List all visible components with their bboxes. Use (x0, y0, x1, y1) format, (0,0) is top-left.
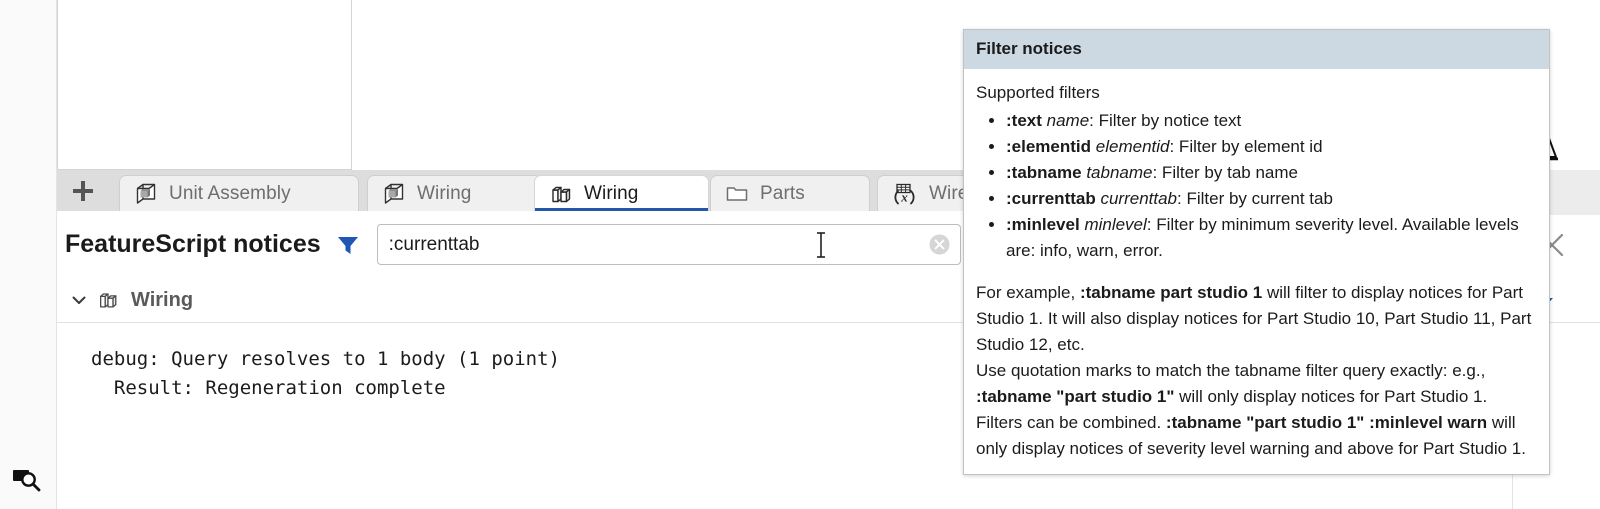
part-studio-icon (134, 182, 158, 206)
clear-filter-icon[interactable] (929, 234, 950, 255)
tooltip-example-paragraph-1: For example, :tabname part studio 1 will… (976, 280, 1533, 358)
filter-input-wrap (377, 224, 961, 265)
tab-label: Wiring (584, 183, 638, 205)
svg-text:x: x (900, 189, 908, 204)
tooltip-intro: Supported filters (976, 80, 1533, 106)
filter-input[interactable] (377, 224, 961, 265)
example-code: :tabname "part studio 1" :minlevel warn (1166, 413, 1487, 432)
filter-funnel-icon[interactable] (335, 232, 361, 258)
tab-wiring-part-studio[interactable]: Wiring (367, 175, 542, 211)
zoom-to-fit-icon[interactable] (12, 466, 42, 492)
tab-label: Parts (760, 183, 805, 205)
filter-desc: : Filter by notice text (1089, 111, 1241, 130)
notice-group-label: Wiring (131, 289, 193, 312)
tooltip-body: Supported filters :text name: Filter by … (964, 69, 1549, 474)
left-toolbar-rail (0, 0, 57, 509)
plus-icon (72, 180, 94, 202)
example-text: Filters can be combined. (976, 413, 1166, 432)
list-item: :elementid elementid: Filter by element … (1006, 134, 1533, 160)
tab-wiring-assembly-active[interactable]: Wiring (534, 175, 709, 211)
filter-key: :tabname (1006, 163, 1082, 182)
tooltip-example-paragraph-3: Filters can be combined. :tabname "part … (976, 410, 1533, 462)
assembly-icon (549, 182, 573, 206)
filter-arg: minlevel (1084, 215, 1146, 234)
tooltip-title: Filter notices (964, 30, 1549, 69)
tooltip-example-paragraph-2: Use quotation marks to match the tabname… (976, 358, 1533, 410)
filter-key: :elementid (1006, 137, 1091, 156)
example-code: :tabname "part studio 1" (976, 387, 1174, 406)
filter-arg: currenttab (1100, 189, 1177, 208)
page-title: FeatureScript notices (65, 230, 321, 259)
tab-unit-assembly[interactable]: Unit Assembly (119, 175, 359, 211)
chevron-down-icon[interactable] (65, 291, 93, 309)
filter-key: :currenttab (1006, 189, 1096, 208)
list-item: :text name: Filter by notice text (1006, 108, 1533, 134)
assembly-icon (97, 289, 119, 311)
tab-label: Unit Assembly (169, 183, 291, 205)
filter-arg: name (1047, 111, 1090, 130)
list-item: :currenttab currenttab: Filter by curren… (1006, 186, 1533, 212)
filter-key: :text (1006, 111, 1042, 130)
feature-list-panel (57, 0, 352, 170)
filter-desc: : Filter by element id (1169, 137, 1322, 156)
tab-label: Wiring (417, 183, 471, 205)
filter-desc: : Filter by current tab (1177, 189, 1333, 208)
example-code: :tabname part studio 1 (1080, 283, 1262, 302)
tab-parts-folder[interactable]: Parts (710, 175, 870, 211)
filter-key: :minlevel (1006, 215, 1080, 234)
filter-notices-tooltip: Filter notices Supported filters :text n… (963, 29, 1550, 475)
new-tab-button[interactable] (57, 170, 109, 211)
right-panel-tab[interactable] (1545, 170, 1600, 215)
filter-desc: : Filter by tab name (1152, 163, 1298, 182)
example-text: will only display notices for Part Studi… (1174, 387, 1487, 406)
example-text: Use quotation marks to match the tabname… (976, 361, 1485, 380)
example-text: For example, (976, 283, 1080, 302)
folder-icon (725, 182, 749, 206)
list-item: :tabname tabname: Filter by tab name (1006, 160, 1533, 186)
part-studio-icon (382, 182, 406, 206)
variable-studio-icon: x (892, 182, 918, 206)
filter-arg: tabname (1086, 163, 1152, 182)
filter-desc: : Filter by minimum severity level. Avai… (1006, 215, 1519, 260)
supported-filters-list: :text name: Filter by notice text :eleme… (976, 108, 1533, 264)
filter-arg: elementid (1096, 137, 1170, 156)
list-item: :minlevel minlevel: Filter by minimum se… (1006, 212, 1533, 264)
